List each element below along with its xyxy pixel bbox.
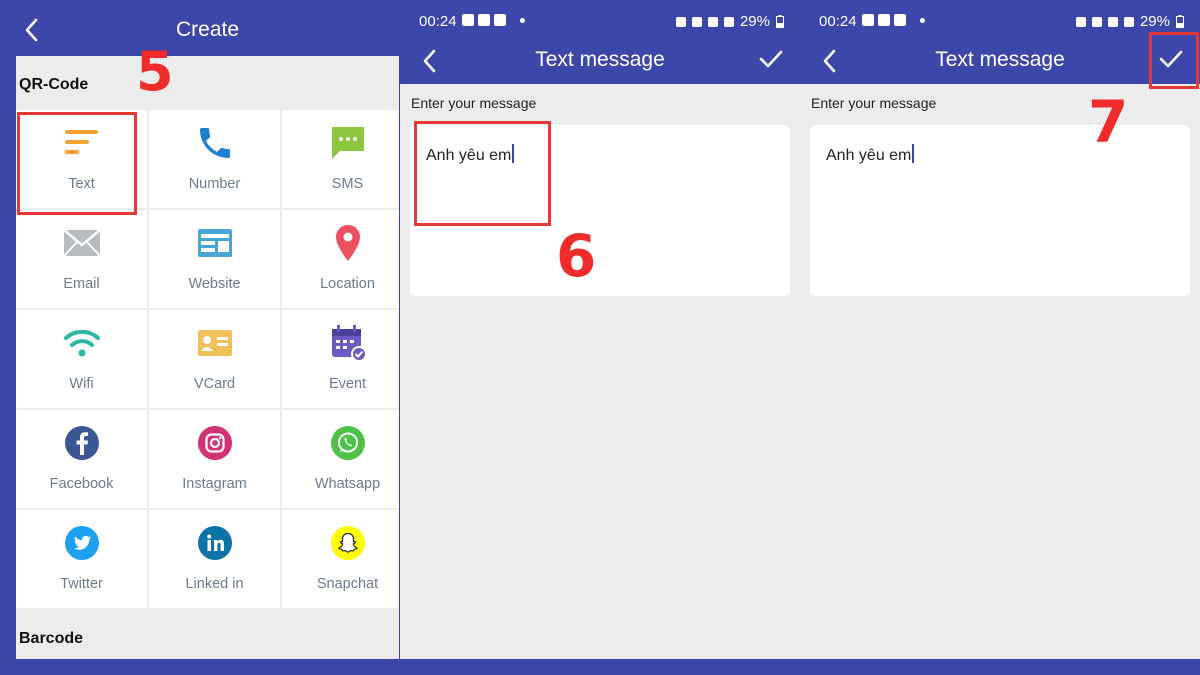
system-icons: 29%: [675, 13, 784, 30]
phone-icon: [199, 128, 230, 158]
vcard-icon: [197, 330, 232, 356]
status-bar: 00:24 29%: [800, 0, 1200, 40]
status-time: 00:24: [819, 13, 857, 30]
battery-percent: 29%: [739, 13, 770, 30]
app-bar: Text message: [800, 40, 1200, 84]
qr-type-label: Facebook: [49, 476, 114, 492]
qr-type-email[interactable]: Email: [16, 210, 147, 308]
website-icon: [197, 229, 232, 257]
qr-type-label: Snapchat: [316, 576, 379, 592]
battery-icon: [776, 15, 784, 28]
check-box-icon: [478, 14, 490, 26]
page-title: Text message: [535, 48, 665, 71]
text-cursor: [912, 144, 915, 163]
notification-icons: [462, 14, 506, 26]
shop-icon: [494, 14, 506, 26]
qr-type-wifi[interactable]: Wifi: [16, 310, 147, 408]
qr-type-twitter[interactable]: Twitter: [16, 510, 147, 608]
qr-type-label: Instagram: [182, 476, 247, 492]
section-title-qr: QR-Code: [19, 76, 89, 93]
page-title: Text message: [935, 48, 1065, 71]
qr-type-whatsapp[interactable]: Whatsapp: [282, 410, 399, 508]
highlight-box-text: [17, 112, 137, 215]
qr-type-vcard[interactable]: VCard: [149, 310, 280, 408]
confirm-button[interactable]: [756, 44, 786, 74]
signal-icon: [1123, 16, 1134, 27]
shop-icon: [894, 14, 906, 26]
location-pin-icon: [335, 225, 360, 261]
mute-icon: [1091, 16, 1102, 27]
qr-type-label: VCard: [193, 376, 236, 392]
qr-type-label: Email: [63, 276, 100, 292]
checkmark-icon: [759, 50, 783, 68]
facebook-icon: [64, 426, 99, 460]
whatsapp-icon: [330, 426, 365, 460]
step-number-7: 7: [1088, 88, 1129, 156]
calendar-event-icon: [331, 325, 367, 362]
check-box-icon: [878, 14, 890, 26]
message-text: Anh yêu em: [826, 147, 912, 164]
qr-type-label: Location: [320, 276, 375, 292]
system-icons: 29%: [1075, 13, 1184, 30]
create-header: Create: [16, 0, 399, 56]
step-number-6: 6: [556, 222, 597, 290]
text-message-screen: 00:24 29% Text message Enter your messag…: [400, 0, 800, 659]
notification-dot-icon: [520, 18, 525, 23]
wifi-signal-icon: [707, 16, 718, 27]
message-form: Enter your message Anh yêu em: [800, 84, 1200, 659]
qr-type-snapchat[interactable]: Snapchat: [282, 510, 399, 608]
message-field-label: Enter your message: [411, 95, 537, 111]
instagram-icon: [197, 426, 232, 460]
snapchat-icon: [330, 526, 365, 560]
qr-type-number[interactable]: Number: [149, 110, 280, 208]
twitter-icon: [64, 526, 99, 560]
highlight-box-message: [414, 121, 551, 226]
qr-type-linkedin[interactable]: Linked in: [149, 510, 280, 608]
wifi-icon: [63, 329, 100, 357]
gallery-icon: [862, 14, 874, 26]
qr-type-location[interactable]: Location: [282, 210, 399, 308]
qr-type-label: Linked in: [185, 576, 244, 592]
qr-type-website[interactable]: Website: [149, 210, 280, 308]
qr-type-label: Whatsapp: [314, 476, 381, 492]
page-title: Create: [175, 18, 240, 41]
qr-type-facebook[interactable]: Facebook: [16, 410, 147, 508]
create-screen: Create QR-Code Text Number SMS Email Web…: [16, 0, 399, 659]
step-number-5: 5: [136, 40, 174, 103]
linkedin-icon: [197, 526, 232, 560]
section-title-barcode: Barcode: [19, 630, 84, 647]
message-input[interactable]: Anh yêu em: [810, 125, 1190, 296]
alarm-icon: [675, 16, 686, 27]
qr-type-label: Number: [188, 176, 241, 192]
qr-type-label: Twitter: [60, 576, 103, 592]
notification-dot-icon: [920, 18, 925, 23]
battery-icon: [1176, 15, 1184, 28]
gallery-icon: [462, 14, 474, 26]
message-field-label: Enter your message: [811, 95, 937, 111]
battery-percent: 29%: [1139, 13, 1170, 30]
wifi-signal-icon: [1107, 16, 1118, 27]
qr-type-instagram[interactable]: Instagram: [149, 410, 280, 508]
app-bar: Text message: [400, 40, 800, 84]
highlight-box-confirm: [1149, 32, 1199, 89]
qr-type-label: SMS: [331, 176, 364, 192]
qr-type-label: Event: [328, 376, 367, 392]
qr-type-sms[interactable]: SMS: [282, 110, 399, 208]
qr-type-label: Website: [188, 276, 241, 292]
signal-icon: [723, 16, 734, 27]
qr-type-event[interactable]: Event: [282, 310, 399, 408]
text-message-screen-confirm: 00:24 29% Text message Enter your messag…: [800, 0, 1200, 659]
notification-icons: [862, 14, 906, 26]
qr-type-label: Wifi: [69, 376, 94, 392]
status-bar: 00:24 29%: [400, 0, 800, 40]
email-icon: [62, 229, 101, 257]
status-time: 00:24: [419, 13, 457, 30]
mute-icon: [691, 16, 702, 27]
alarm-icon: [1075, 16, 1086, 27]
sms-icon: [331, 127, 364, 159]
